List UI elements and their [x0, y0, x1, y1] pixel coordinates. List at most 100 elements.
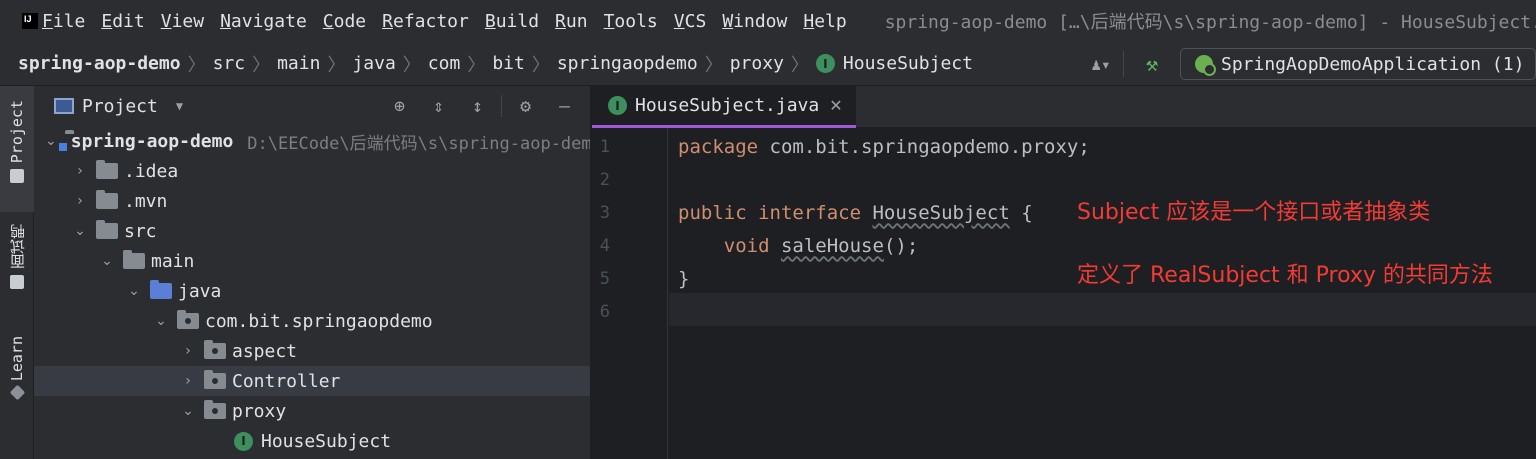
project-view-icon [54, 98, 74, 114]
tree-item-label: src [124, 220, 157, 242]
annotation-text: 定义了 RealSubject 和 Proxy 的共同方法 [1077, 263, 1493, 288]
code-line-5[interactable]: } [678, 262, 689, 295]
tree-item-controller[interactable]: › Controller [34, 366, 590, 396]
logo-text: IJ [24, 14, 32, 24]
tree-item-proxy[interactable]: ⌄ proxy [34, 396, 590, 426]
code-text-area[interactable]: package com.bit.springaopdemo.proxy; pub… [669, 128, 1536, 459]
breadcrumb-item[interactable]: src [213, 53, 246, 74]
menu-vcs[interactable]: VCS [666, 11, 715, 32]
editor-tab-bar: I HouseSubject.java ✕ [592, 86, 1536, 128]
tree-item-housesubject[interactable]: I HouseSubject [34, 426, 590, 456]
close-icon[interactable]: ✕ [829, 96, 842, 115]
menu-edit[interactable]: Edit [93, 11, 152, 32]
breadcrumb-separator-icon: 〉 [790, 54, 809, 76]
menu-refactor[interactable]: Refactor [374, 11, 477, 32]
breadcrumb-item[interactable]: spring-aop-demo [18, 53, 181, 74]
menu-build[interactable]: Build [477, 11, 547, 32]
stripe-project-label: Project [8, 100, 26, 164]
code-method-name: saleHouse [780, 234, 884, 257]
tree-item-package-root[interactable]: ⌄ com.bit.springaopdemo [34, 306, 590, 336]
tree-item-label: spring-aop-demo [70, 130, 234, 152]
folder-icon [96, 220, 118, 239]
breadcrumb-item[interactable]: bit [492, 53, 525, 74]
code-line-1[interactable]: package com.bit.springaopdemo.proxy; [678, 130, 1090, 163]
gear-icon[interactable]: ⚙ [506, 96, 545, 117]
chevron-right-icon[interactable]: › [72, 163, 88, 179]
nav-toolbar: ♟▾ ⚒ SpringAopDemoApplication (1) [1083, 42, 1536, 85]
code-text: } [678, 267, 690, 290]
breadcrumb-item[interactable]: springaopdemo [557, 53, 698, 74]
stripe-tab-mianshiya[interactable]: 面试鸭 [0, 224, 34, 314]
breadcrumb-separator-icon: 〉 [467, 54, 486, 76]
tree-item-src[interactable]: ⌄ src [34, 216, 590, 246]
breadcrumb-current[interactable]: HouseSubject [843, 53, 973, 74]
chevron-down-icon[interactable]: ▼ [176, 99, 183, 113]
tree-item-project-root[interactable]: ⌄ spring-aop-demo D:\EECode\后端代码\s\sprin… [34, 126, 591, 156]
code-line-3[interactable]: public interface HouseSubject { [678, 196, 1033, 229]
line-number: 4 [599, 235, 610, 256]
chevron-down-icon[interactable]: ⌄ [72, 223, 88, 239]
duck-icon [10, 275, 24, 289]
menu-bar: IJ File Edit View Navigate Code Refactor… [0, 0, 1536, 42]
menu-window[interactable]: Window [714, 11, 795, 32]
tree-item-main[interactable]: ⌄ main [34, 246, 590, 276]
learn-icon [9, 384, 25, 401]
chevron-down-icon[interactable]: ⌄ [153, 313, 169, 329]
folder-icon [96, 190, 118, 209]
menu-view[interactable]: View [153, 11, 212, 32]
breadcrumb-separator-icon: 〉 [187, 54, 206, 76]
code-text: com.bit.springaopdemo.proxy; [758, 135, 1090, 158]
tree-item-label: .mvn [124, 190, 168, 212]
menu-run[interactable]: Run [547, 11, 596, 32]
menu-help[interactable]: Help [795, 11, 854, 32]
breadcrumb-item[interactable]: java [352, 53, 395, 74]
navigation-bar: spring-aop-demo 〉 src 〉 main 〉 java 〉 com 〉 b… [0, 42, 1536, 86]
chevron-down-icon[interactable]: ⌄ [126, 283, 142, 299]
code-interface-name: HouseSubject [872, 201, 1010, 224]
code-keyword: void [723, 234, 770, 257]
tree-item-aspect[interactable]: › aspect [34, 336, 590, 366]
tree-item-path: D:\EECode\后端代码\s\spring-aop-demo [247, 133, 591, 154]
annotation-text: Subject 应该是一个接口或者抽象类 [1077, 200, 1431, 225]
chevron-down-icon[interactable]: ⌄ [180, 403, 196, 419]
tree-item-idea[interactable]: › .idea [34, 156, 590, 186]
code-line-4[interactable]: void saleHouse (); [678, 229, 919, 262]
package-icon [177, 310, 199, 329]
tree-item-java[interactable]: ⌄ java [34, 276, 590, 306]
interface-icon: I [608, 96, 627, 115]
chevron-right-icon[interactable]: › [180, 343, 196, 359]
line-number: 6 [599, 301, 610, 322]
chevron-down-icon[interactable]: ⌄ [99, 253, 115, 269]
run-configuration-selector[interactable]: SpringAopDemoApplication (1) [1180, 48, 1536, 80]
spring-boot-icon [1195, 55, 1216, 76]
build-hammer-icon[interactable]: ⚒ [1134, 50, 1170, 78]
chevron-right-icon[interactable]: › [72, 193, 88, 209]
expand-all-icon[interactable]: ⇕ [419, 96, 458, 117]
tree-item-mvn[interactable]: › .mvn [34, 186, 590, 216]
menu-tools[interactable]: Tools [596, 11, 666, 32]
stripe-tab-project[interactable]: Project [0, 86, 34, 212]
project-panel: Project ▼ ⊕ ⇕ ↕ ⚙ — ⌄ spring-aop-demo D:… [34, 86, 591, 459]
breadcrumb-item[interactable]: main [277, 53, 320, 74]
chevron-right-icon[interactable]: › [180, 373, 196, 389]
locate-file-icon[interactable]: ⊕ [380, 96, 419, 117]
menu-code[interactable]: Code [315, 11, 374, 32]
tree-item-label: main [151, 250, 195, 272]
menu-navigate[interactable]: Navigate [212, 11, 315, 32]
editor-tab-housesubject[interactable]: I HouseSubject.java ✕ [592, 86, 856, 128]
breadcrumb-item[interactable]: proxy [730, 53, 784, 74]
line-number: 2 [599, 169, 610, 190]
project-panel-title[interactable]: Project [82, 96, 158, 117]
line-number: 3 [599, 202, 610, 223]
user-account-icon[interactable]: ♟▾ [1083, 50, 1119, 78]
minimize-icon[interactable]: — [545, 96, 584, 117]
breadcrumb-item[interactable]: com [428, 53, 461, 74]
tool-window-stripe: Project 面试鸭 Learn [0, 86, 34, 459]
stripe-tab-learn[interactable]: Learn [0, 336, 34, 416]
folder-icon [96, 160, 118, 179]
collapse-all-icon[interactable]: ↕ [458, 96, 497, 117]
menu-file[interactable]: File [34, 11, 93, 32]
chevron-down-icon[interactable]: ⌄ [45, 133, 57, 149]
package-icon [204, 370, 226, 389]
